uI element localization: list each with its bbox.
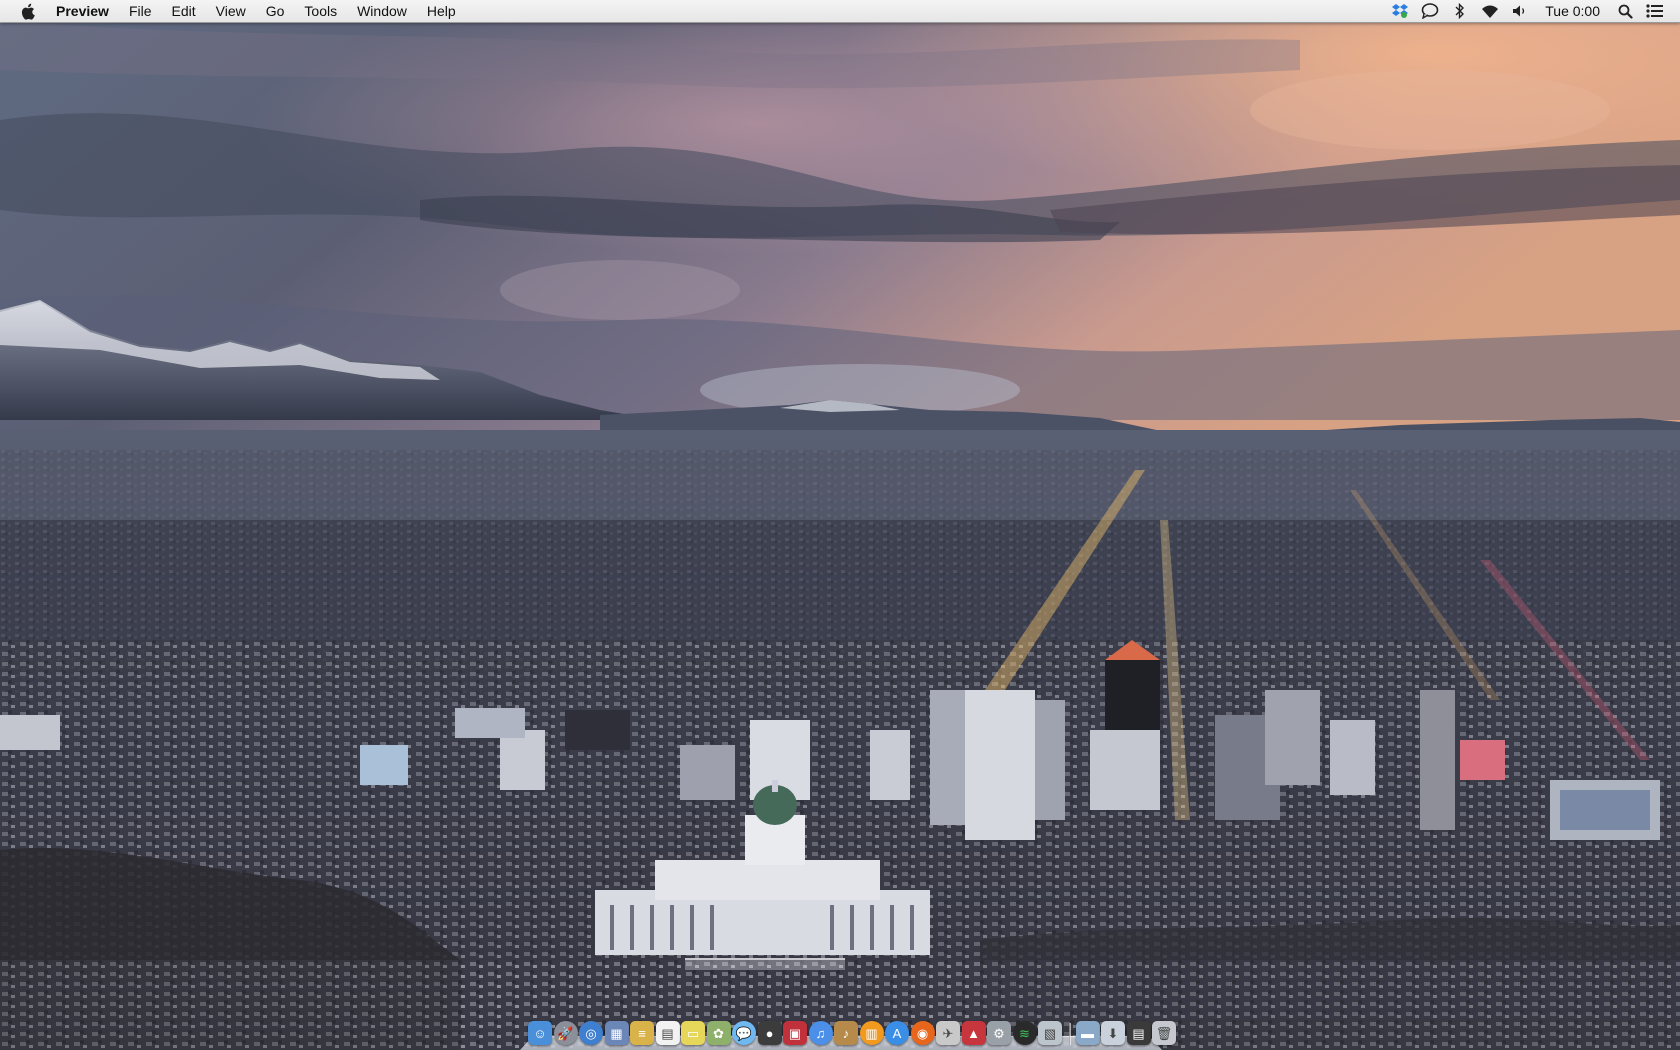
dropbox-icon[interactable] bbox=[1389, 0, 1411, 22]
volume-icon[interactable] bbox=[1509, 0, 1531, 22]
launchpad-icon[interactable]: 🚀 bbox=[553, 1021, 578, 1045]
app-store-glyph: A bbox=[892, 1025, 902, 1041]
transmit-glyph: ✈ bbox=[942, 1025, 954, 1041]
messages-icon[interactable] bbox=[1419, 0, 1441, 22]
messages-glyph: 💬 bbox=[735, 1025, 753, 1041]
photos-icon[interactable]: ✿ bbox=[706, 1021, 731, 1045]
apple-logo-icon[interactable] bbox=[16, 0, 38, 22]
cleaner-icon[interactable]: ▲ bbox=[961, 1021, 986, 1045]
itunes-icon[interactable]: ♫ bbox=[808, 1021, 833, 1045]
firefox-icon[interactable]: ◉ bbox=[910, 1021, 935, 1045]
notes-icon[interactable]: ≡ bbox=[630, 1021, 654, 1045]
menu-bar-clock[interactable]: Tue 0:00 bbox=[1535, 0, 1610, 22]
menu-tools[interactable]: Tools bbox=[294, 0, 347, 22]
trash-glyph: 🗑 bbox=[1155, 1025, 1173, 1041]
garageband-icon[interactable]: ♪ bbox=[834, 1021, 858, 1045]
downloads-folder-icon[interactable]: ⬇ bbox=[1101, 1021, 1125, 1045]
transmit-icon[interactable]: ✈ bbox=[936, 1021, 960, 1045]
documents-stack-icon[interactable]: ▤ bbox=[1126, 1021, 1151, 1045]
bluetooth-icon[interactable] bbox=[1449, 0, 1471, 22]
dropbox-glyph bbox=[1392, 4, 1409, 18]
messages-icon[interactable]: 💬 bbox=[732, 1021, 756, 1045]
menu-bar-left: Preview File Edit View Go Tools Window H… bbox=[0, 0, 466, 22]
firefox-glyph: ◉ bbox=[916, 1025, 929, 1041]
image-capture-icon[interactable]: ▧ bbox=[1038, 1021, 1062, 1045]
photo-booth-glyph: ▣ bbox=[788, 1025, 802, 1041]
safari-glyph: ◎ bbox=[585, 1025, 597, 1041]
bluetooth-glyph bbox=[1455, 3, 1465, 19]
applications-folder-glyph: ▬ bbox=[1081, 1025, 1094, 1041]
photo-booth-icon[interactable]: ▣ bbox=[783, 1021, 807, 1045]
volume-glyph bbox=[1513, 5, 1525, 17]
wifi-glyph bbox=[1482, 5, 1499, 18]
downloads-folder-glyph: ⬇ bbox=[1107, 1025, 1119, 1041]
dock: ☺ 🚀 ◎ ▦ ≡ ▤ ▭ ✿ 💬 ● ▣ ♫ ♪ ▥ A ◉ ✈ ▲ ⚙ ≋ ▧ ▬ ⬇ ▤ 🗑 bbox=[520, 1013, 1176, 1050]
ibooks-icon[interactable]: ▥ bbox=[859, 1021, 884, 1045]
preview-icon[interactable]: ▦ bbox=[604, 1021, 629, 1045]
menu-bar-status: Tue 0:00 bbox=[1385, 0, 1680, 22]
spotify-icon[interactable]: ≋ bbox=[1012, 1021, 1037, 1045]
facetime-icon[interactable]: ● bbox=[757, 1021, 782, 1045]
stickies-icon[interactable]: ▭ bbox=[681, 1021, 705, 1045]
dock-icons: ☺ 🚀 ◎ ▦ ≡ ▤ ▭ ✿ 💬 ● ▣ ♫ ♪ ▥ A ◉ ✈ ▲ ⚙ ≋ ▧ ▬ ⬇ ▤ 🗑 bbox=[528, 1019, 1176, 1045]
notes-glyph: ≡ bbox=[638, 1025, 646, 1041]
trash-icon[interactable]: 🗑 bbox=[1152, 1021, 1176, 1045]
notification-glyph bbox=[1646, 4, 1663, 18]
ibooks-glyph: ▥ bbox=[865, 1025, 878, 1041]
menu-bar: Preview File Edit View Go Tools Window H… bbox=[0, 0, 1680, 23]
safari-icon[interactable]: ◎ bbox=[579, 1021, 603, 1045]
apple-logo-glyph bbox=[21, 3, 35, 20]
wifi-icon[interactable] bbox=[1479, 0, 1501, 22]
system-preferences-icon[interactable]: ⚙ bbox=[987, 1021, 1011, 1045]
calendar-glyph: ▤ bbox=[661, 1025, 674, 1041]
messages-glyph bbox=[1421, 3, 1439, 19]
launchpad-glyph: 🚀 bbox=[557, 1025, 574, 1041]
cleaner-glyph: ▲ bbox=[967, 1025, 980, 1041]
menu-file[interactable]: File bbox=[119, 0, 162, 22]
search-icon[interactable] bbox=[1614, 0, 1636, 22]
itunes-glyph: ♫ bbox=[815, 1025, 826, 1041]
documents-stack-glyph: ▤ bbox=[1132, 1025, 1145, 1041]
finder-glyph: ☺ bbox=[533, 1025, 547, 1041]
garageband-glyph: ♪ bbox=[842, 1025, 850, 1041]
system-preferences-glyph: ⚙ bbox=[993, 1025, 1005, 1041]
menu-window[interactable]: Window bbox=[347, 0, 417, 22]
stickies-glyph: ▭ bbox=[686, 1025, 700, 1041]
spotlight-glyph bbox=[1618, 4, 1633, 19]
applications-folder-icon[interactable]: ▬ bbox=[1075, 1021, 1100, 1045]
image-capture-glyph: ▧ bbox=[1043, 1025, 1057, 1041]
menu-edit[interactable]: Edit bbox=[162, 0, 206, 22]
photos-glyph: ✿ bbox=[713, 1025, 724, 1041]
facetime-glyph: ● bbox=[765, 1025, 774, 1041]
desktop: Preview File Edit View Go Tools Window H… bbox=[0, 0, 1680, 1050]
spotify-glyph: ≋ bbox=[1019, 1025, 1030, 1041]
notification-center-icon[interactable] bbox=[1644, 0, 1666, 22]
finder-icon[interactable]: ☺ bbox=[528, 1021, 552, 1045]
app-store-icon[interactable]: A bbox=[885, 1021, 909, 1045]
menu-app-name[interactable]: Preview bbox=[52, 0, 119, 22]
calendar-icon[interactable]: ▤ bbox=[655, 1021, 680, 1045]
menu-go[interactable]: Go bbox=[256, 0, 295, 22]
preview-glyph: ▦ bbox=[610, 1025, 623, 1041]
city-skyline-wallpaper bbox=[0, 0, 1680, 1050]
dock-separator bbox=[1068, 1023, 1071, 1045]
menu-view[interactable]: View bbox=[206, 0, 256, 22]
menu-help[interactable]: Help bbox=[417, 0, 466, 22]
